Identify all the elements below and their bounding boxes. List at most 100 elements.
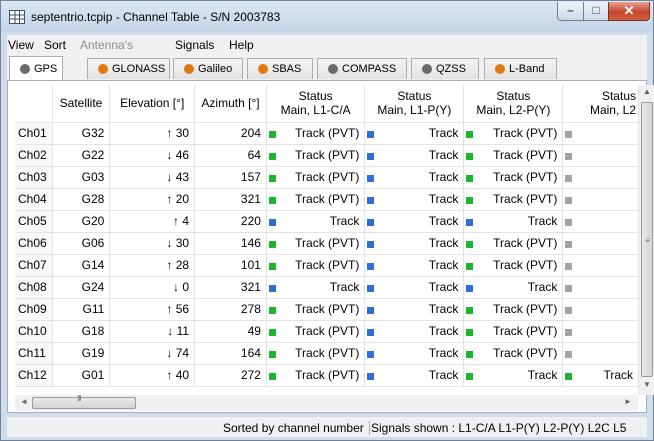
close-button[interactable]: ✕	[608, 2, 650, 21]
status-indicator-icon	[466, 196, 474, 204]
status-cell: Track (PVT)	[266, 144, 366, 167]
header-line: Status	[496, 89, 531, 104]
table-row[interactable]: Ch12 G01 ↑ 40 272 Track (PVT) Track Track Track	[15, 364, 639, 387]
table-row[interactable]: Ch06 G06 ↓ 30 146 Track (PVT) Track Track (PVT…	[15, 232, 639, 255]
menu-antennas: Antenna's	[80, 38, 133, 52]
channel-cell: Ch06	[15, 232, 53, 255]
elevation-cell: ↓ 0	[109, 276, 196, 299]
table-row[interactable]: Ch10 G18 ↓ 11 49 Track (PVT) Track Track (PVT)	[15, 320, 639, 343]
status-indicator-icon	[367, 218, 375, 226]
globe-icon	[258, 64, 268, 74]
tab-sbas[interactable]: SBAS	[247, 58, 313, 79]
maximize-button[interactable]: □	[583, 2, 609, 21]
channel-table[interactable]: Satellite Elevation [°] Azimuth [°] Stat…	[15, 85, 639, 395]
status-indicator-icon	[367, 174, 375, 182]
status-cell: Track	[364, 122, 465, 145]
status-cell	[562, 166, 639, 189]
status-indicator-icon	[565, 328, 573, 336]
table-row[interactable]: Ch01 G32 ↑ 30 204 Track (PVT) Track Track (PVT…	[15, 122, 639, 145]
channel-cell: Ch05	[15, 210, 53, 233]
status-indicator-icon	[466, 218, 474, 226]
status-text: Track	[428, 192, 459, 206]
status-text: Track (PVT)	[295, 192, 360, 206]
satellite-cell: G22	[52, 144, 111, 167]
channel-cell: Ch01	[15, 122, 53, 145]
channel-column-header[interactable]	[15, 85, 53, 123]
elevation-cell: ↓ 11	[109, 320, 196, 343]
menu-signals[interactable]: Signals	[175, 38, 214, 52]
status-indicator-icon	[268, 306, 276, 314]
status-indicator-icon	[565, 284, 573, 292]
scroll-up-icon[interactable]: ▲	[639, 87, 654, 103]
elevation-cell: ↑ 20	[109, 188, 196, 211]
status-cell	[562, 254, 639, 277]
tab-label: Galileo	[198, 63, 233, 75]
channel-cell: Ch12	[15, 364, 53, 387]
status-l2py-column-header[interactable]: Status Main, L2-P(Y)	[463, 85, 564, 123]
elevation-column-header[interactable]: Elevation [°]	[109, 85, 196, 123]
status-cell: Track (PVT)	[266, 232, 366, 255]
satellite-column-header[interactable]: Satellite	[52, 85, 111, 123]
status-indicator-icon	[268, 328, 276, 336]
status-text: Track	[527, 368, 558, 382]
table-row[interactable]: Ch04 G28 ↑ 20 321 Track (PVT) Track Track (PVT…	[15, 188, 639, 211]
scroll-right-icon[interactable]: ►	[621, 397, 635, 409]
status-text: Track (PVT)	[295, 170, 360, 184]
status-text: Track (PVT)	[295, 346, 360, 360]
tab-compass[interactable]: COMPASS	[317, 58, 407, 79]
globe-icon	[495, 64, 505, 74]
table-row[interactable]: Ch02 G22 ↓ 46 64 Track (PVT) Track Track (PVT)	[15, 144, 639, 167]
menu-help[interactable]: Help	[229, 38, 254, 52]
tab-label: GLONASS	[112, 63, 166, 75]
azimuth-cell: 272	[194, 364, 267, 387]
azimuth-column-header[interactable]: Azimuth [°]	[194, 85, 267, 123]
table-row[interactable]: Ch08 G24 ↓ 0 321 Track Track Track	[15, 276, 639, 299]
tab-gps[interactable]: GPS	[9, 56, 63, 80]
vertical-scrollbar[interactable]: ▲ ≡ ▼	[638, 85, 654, 395]
menu-view[interactable]: View	[8, 38, 34, 52]
status-text: Track (PVT)	[493, 192, 558, 206]
minimize-button[interactable]: –	[557, 2, 584, 21]
table-row[interactable]: Ch11 G19 ↓ 74 164 Track (PVT) Track Track (PVT…	[15, 342, 639, 365]
table-row[interactable]: Ch09 G11 ↑ 56 278 Track (PVT) Track Track (PVT…	[15, 298, 639, 321]
status-indicator-icon	[466, 372, 474, 380]
horizontal-scroll-thumb[interactable]: III	[32, 394, 136, 409]
tab-qzss[interactable]: QZSS	[411, 58, 479, 79]
tab-l-band[interactable]: L-Band	[484, 58, 557, 79]
tab-glonass[interactable]: GLONASS	[87, 58, 170, 79]
elevation-cell: ↑ 56	[109, 298, 196, 321]
status-l2-column-header[interactable]: Status Main, L2	[562, 85, 639, 123]
channel-cell: Ch07	[15, 254, 53, 277]
azimuth-cell: 101	[194, 254, 267, 277]
scroll-left-icon[interactable]: ◄	[17, 397, 31, 409]
elevation-cell: ↑ 30	[109, 122, 196, 145]
azimuth-cell: 164	[194, 342, 267, 365]
status-l1py-column-header[interactable]: Status Main, L1-P(Y)	[364, 85, 465, 123]
channel-table-window: septentrio.tcpip - Channel Table - S/N 2…	[0, 0, 654, 441]
status-text: Track (PVT)	[493, 236, 558, 250]
status-cell	[562, 210, 639, 233]
minimize-icon: –	[567, 3, 574, 17]
status-l1ca-column-header[interactable]: Status Main, L1-C/A	[266, 85, 366, 123]
vertical-scroll-thumb[interactable]: ≡	[641, 102, 653, 377]
status-text: Track	[329, 280, 360, 294]
menu-sort[interactable]: Sort	[44, 38, 66, 52]
satellite-cell: G32	[52, 122, 111, 145]
tab-label: SBAS	[272, 63, 302, 75]
status-cell: Track (PVT)	[463, 144, 564, 167]
status-indicator-icon	[367, 130, 375, 138]
tab-galileo[interactable]: Galileo	[173, 58, 243, 79]
scroll-down-icon[interactable]: ▼	[639, 380, 654, 396]
table-row[interactable]: Ch07 G14 ↑ 28 101 Track (PVT) Track Track (PVT…	[15, 254, 639, 277]
status-cell: Track	[266, 210, 366, 233]
header-line: Main, L1-P(Y)	[377, 103, 452, 118]
status-cell: Track	[364, 210, 465, 233]
status-indicator-icon	[268, 284, 276, 292]
title-bar[interactable]: septentrio.tcpip - Channel Table - S/N 2…	[1, 1, 653, 32]
maximize-icon: □	[592, 3, 600, 17]
table-row[interactable]: Ch05 G20 ↑ 4 220 Track Track Track	[15, 210, 639, 233]
header-line: Status	[601, 89, 636, 104]
horizontal-scrollbar[interactable]: ◄ III ►	[15, 394, 638, 411]
channel-cell: Ch04	[15, 188, 53, 211]
table-row[interactable]: Ch03 G03 ↓ 43 157 Track (PVT) Track Track (PVT…	[15, 166, 639, 189]
